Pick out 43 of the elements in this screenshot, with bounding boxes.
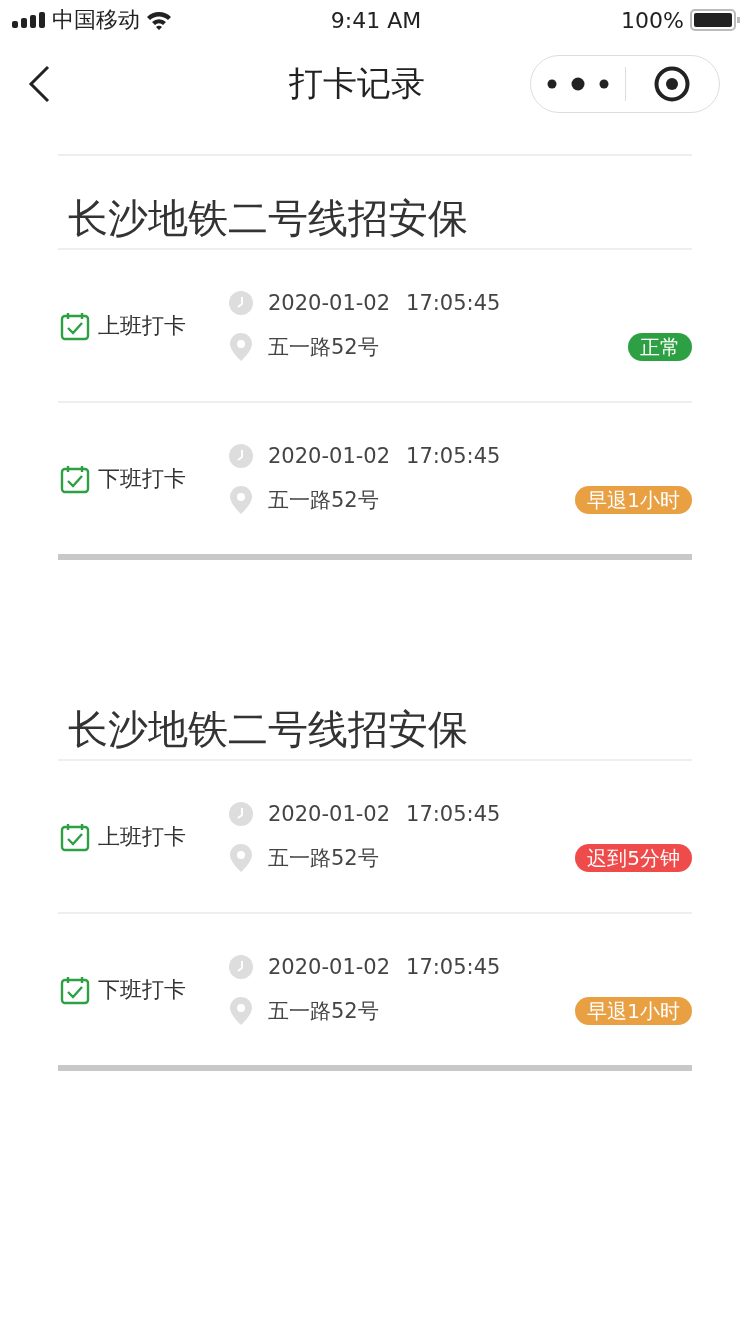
punch-label: 下班打卡: [98, 975, 186, 1004]
punch-address: 五一路52号: [268, 997, 379, 1025]
location-pin-icon: [230, 485, 252, 514]
close-icon[interactable]: [654, 66, 691, 102]
page-title: 打卡记录: [289, 62, 425, 105]
punch-date: 2020-01-02: [268, 954, 391, 979]
location-pin-icon: [230, 332, 252, 361]
calendar-check-icon: [60, 821, 90, 852]
status-badge: 迟到5分钟: [575, 843, 692, 872]
status-badge: 正常: [628, 332, 692, 361]
calendar-check-icon: [60, 974, 90, 1005]
wifi-icon: [146, 10, 172, 30]
clock-icon: [229, 443, 253, 468]
punch-time: 17:05:45: [406, 801, 501, 826]
punch-label: 下班打卡: [98, 464, 186, 493]
status-badge: 早退1小时: [575, 996, 692, 1025]
punch-date: 2020-01-02: [268, 290, 391, 315]
carrier-name: 中国移动: [52, 6, 140, 34]
location-pin-icon: [230, 843, 252, 872]
punch-label: 上班打卡: [98, 311, 186, 340]
signal-icon: [12, 12, 46, 28]
punch-date: 2020-01-02: [268, 443, 391, 468]
punch-time: 17:05:45: [406, 954, 501, 979]
battery-icon: [690, 9, 740, 31]
clock-icon: [229, 801, 253, 826]
punch-address: 五一路52号: [268, 333, 379, 361]
battery-percent: 100%: [621, 7, 684, 33]
clock-time: 9:41 AM: [330, 7, 422, 33]
punch-address: 五一路52号: [268, 844, 379, 872]
punch-label: 上班打卡: [98, 822, 186, 851]
calendar-check-icon: [60, 463, 90, 494]
punch-address: 五一路52号: [268, 486, 379, 514]
calendar-check-icon: [60, 310, 90, 341]
punch-time: 17:05:45: [406, 290, 501, 315]
group-title: 长沙地铁二号线招安保: [58, 667, 692, 761]
clock-icon: [229, 954, 253, 979]
clock-icon: [229, 290, 253, 315]
location-pin-icon: [230, 996, 252, 1025]
more-icon[interactable]: [546, 77, 609, 91]
punch-date: 2020-01-02: [268, 801, 391, 826]
punch-time: 17:05:45: [406, 443, 501, 468]
status-badge: 早退1小时: [575, 485, 692, 514]
group-title: 长沙地铁二号线招安保: [58, 156, 692, 250]
